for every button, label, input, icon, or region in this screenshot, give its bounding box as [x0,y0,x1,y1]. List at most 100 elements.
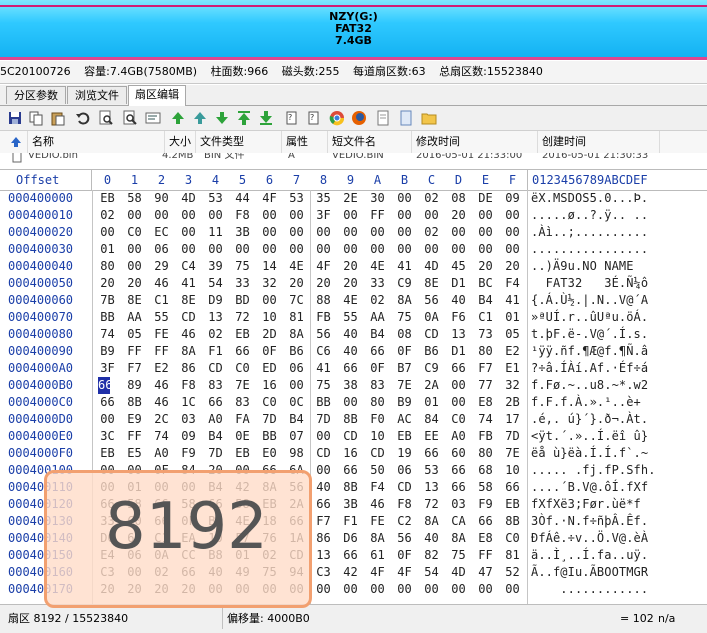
hex-byte[interactable]: 66 [337,462,364,479]
hex-byte[interactable]: CD [175,309,202,326]
hex-byte[interactable]: 00 [283,224,310,241]
hex-row-ascii[interactable]: ëå ù}ëà.Í.Í.f`.~ [531,445,648,462]
hex-byte[interactable]: B9 [391,394,418,411]
hex-byte[interactable]: 8A [364,530,391,547]
hex-byte[interactable]: 46 [175,326,202,343]
hex-byte[interactable]: CD [418,326,445,343]
hex-byte[interactable]: 33 [364,275,391,292]
hex-byte[interactable]: 17 [499,411,526,428]
hex-byte[interactable]: 46 [148,275,175,292]
hex-byte[interactable]: 8E [418,275,445,292]
hex-byte[interactable]: 08 [445,190,472,207]
hex-byte[interactable]: 00 [310,581,337,598]
hex-byte[interactable]: 00 [256,207,283,224]
hex-row[interactable]: 0004000E0 3C FF 74 09 B4 0E BB 07 00 CD 10 EB EE A0 FB 7… [0,428,707,445]
hex-byte[interactable]: FB [310,309,337,326]
hex-byte[interactable]: 7E [229,377,256,394]
hex-byte[interactable]: 56 [391,530,418,547]
col-modified[interactable]: 修改时间 [412,131,538,153]
hex-byte[interactable]: F7 [472,360,499,377]
hex-byte[interactable]: C0 [229,360,256,377]
hex-byte[interactable]: BB [256,428,283,445]
hex-byte[interactable]: 3C [94,428,121,445]
hex-byte[interactable]: 00 [445,377,472,394]
hex-byte[interactable]: 11 [202,224,229,241]
hex-byte[interactable]: F4 [364,479,391,496]
hex-byte[interactable]: FE [148,326,175,343]
goto-top-icon[interactable] [170,110,186,126]
hex-byte[interactable]: 75 [229,258,256,275]
hex-byte[interactable]: 4E [337,292,364,309]
hex-row[interactable]: 0004000B0 66 89 46 F8 83 7E 16 00 75 38 83 7E 2A 00 77 3… [0,377,707,394]
hex-byte[interactable]: 0F [364,360,391,377]
hex-byte[interactable]: FF [148,343,175,360]
hex-byte[interactable]: 7D [256,411,283,428]
hex-byte[interactable]: 20 [94,275,121,292]
hex-byte[interactable]: EB [229,445,256,462]
hex-byte[interactable]: 56 [418,292,445,309]
hex-byte[interactable]: 16 [256,377,283,394]
paste-icon[interactable] [50,110,66,126]
hex-byte[interactable]: 00 [337,241,364,258]
hex-byte[interactable]: 41 [175,275,202,292]
hex-byte[interactable]: 2D [256,326,283,343]
hex-byte[interactable]: CD [391,479,418,496]
hex-row-ascii[interactable]: ä..Ì¸..Í.fa..uÿ. [531,547,648,564]
hex-byte[interactable]: B4 [202,428,229,445]
hex-byte[interactable]: 53 [202,190,229,207]
hex-byte[interactable]: 77 [472,377,499,394]
hex-byte[interactable]: 7E [499,445,526,462]
hex-byte[interactable]: 3B [337,496,364,513]
hex-byte[interactable]: 00 [499,224,526,241]
hex-byte[interactable]: E8 [472,394,499,411]
col-name[interactable]: 名称 [28,131,165,153]
hex-byte[interactable]: 20 [337,258,364,275]
hex-byte[interactable]: 09 [175,428,202,445]
hex-byte[interactable]: 2A [418,377,445,394]
hex-byte[interactable]: 50 [364,462,391,479]
hex-byte[interactable]: 30 [364,190,391,207]
hex-byte[interactable]: 66 [310,496,337,513]
hex-row-ascii[interactable]: f.F.f.À.».¹..è+ [531,394,641,411]
hex-row-ascii[interactable]: ëX.MSDOS5.0...Þ. [531,190,648,207]
hex-byte[interactable]: CA [445,513,472,530]
hex-byte[interactable]: 4F [310,258,337,275]
hex-byte[interactable]: 00 [445,241,472,258]
hex-byte[interactable]: 00 [229,241,256,258]
hex-byte[interactable]: 7D [310,411,337,428]
hex-byte[interactable]: 2E [337,190,364,207]
hex-byte[interactable]: 00 [499,207,526,224]
hex-byte[interactable]: 00 [337,394,364,411]
goto-up-icon[interactable] [192,110,208,126]
hex-byte[interactable]: 05 [499,326,526,343]
hex-byte[interactable]: 66 [445,479,472,496]
hex-byte[interactable]: 46 [148,377,175,394]
hex-byte[interactable]: 44 [229,190,256,207]
hex-byte[interactable]: 20 [499,258,526,275]
hex-byte[interactable]: 81 [499,547,526,564]
hex-byte[interactable]: 00 [472,207,499,224]
hex-byte[interactable]: 0F [391,343,418,360]
hex-byte[interactable]: E9 [121,411,148,428]
hex-byte[interactable]: 55 [337,309,364,326]
hex-byte[interactable]: 40 [337,326,364,343]
hex-byte[interactable]: 46 [364,496,391,513]
hex-row[interactable]: 0004000D0 00 E9 2C 03 A0 FA 7D B4 7D 8B F0 AC 84 C0 74 1… [0,411,707,428]
hex-row-ascii[interactable]: 3Òf.·N.f÷ñþÂ.Êf. [531,513,648,530]
hex-byte[interactable]: 32 [256,275,283,292]
hex-byte[interactable]: 00 [418,581,445,598]
hex-byte[interactable]: 66 [472,513,499,530]
hex-byte[interactable]: EE [418,428,445,445]
tab-partition-params[interactable]: 分区参数 [6,86,66,104]
hex-byte[interactable]: 47 [472,564,499,581]
hex-byte[interactable]: 39 [202,258,229,275]
hex-byte[interactable]: 00 [256,224,283,241]
hex-byte[interactable]: 4F [391,564,418,581]
hex-row-ascii[interactable]: Ã..f@Iu.ÃBOOTMGR [531,564,648,581]
hex-row-ascii[interactable]: t.þF.ë-.V@´.Í.s. [531,326,648,343]
goto-last-icon[interactable] [258,110,274,126]
hex-byte[interactable]: 41 [391,258,418,275]
hex-byte[interactable]: 00 [364,241,391,258]
hex-byte[interactable]: 75 [310,377,337,394]
hex-byte[interactable]: C6 [310,343,337,360]
